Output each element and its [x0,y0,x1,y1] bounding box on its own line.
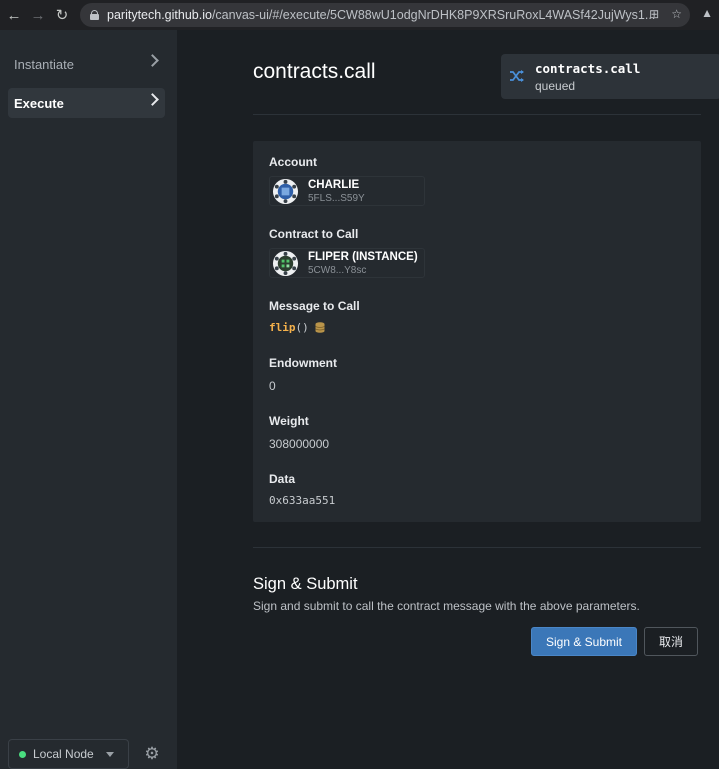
browser-toolbar: ← → ↻ paritytech.github.io/canvas-ui/#/e… [0,0,719,30]
chevron-right-icon [146,93,159,106]
url-path: /canvas-ui/#/execute/5CW88wU1odgNrDHK8P9… [211,8,656,22]
endowment-label: Endowment [269,356,337,370]
caret-down-icon [106,752,114,757]
main-content: contracts.call contracts.call queued Acc… [177,30,719,769]
shuffle-icon [510,70,524,82]
chevron-right-icon [146,54,159,67]
contract-address: 5CW8...Y8sc [308,265,367,276]
database-icon [315,322,325,333]
sidebar: Instantiate Execute Local Node ⚙ [0,30,177,769]
node-select-label: Local Node [33,747,94,761]
data-value: 0x633aa551 [269,494,336,507]
reload-icon[interactable]: ↻ [50,3,74,27]
message-params: () [295,321,309,334]
address-bar[interactable]: paritytech.github.io/canvas-ui/#/execute… [80,3,690,27]
data-label: Data [269,472,296,486]
sidebar-item-label: Execute [14,95,64,111]
status-toast: contracts.call queued [501,54,719,99]
account-address: 5FLS...S59Y [308,193,365,204]
message-label: Message to Call [269,299,360,313]
account-select[interactable]: CHARLIE 5FLS...S59Y [269,176,425,206]
call-details-card: Account CHARLIE 5FLS...S59Y Contract to … [253,141,701,522]
sidebar-item-execute[interactable]: Execute [8,88,165,118]
toast-status: queued [535,79,576,93]
url-host: paritytech.github.io [107,8,212,22]
sidebar-item-instantiate[interactable]: Instantiate [8,49,165,79]
sign-submit-button[interactable]: Sign & Submit [531,627,637,656]
contract-label: Contract to Call [269,227,359,241]
node-select[interactable]: Local Node [8,739,129,769]
sidebar-item-label: Instantiate [14,56,74,72]
weight-value[interactable]: 308000000 [269,437,329,451]
forward-icon[interactable]: → [26,3,50,27]
account-name: CHARLIE [308,179,360,191]
account-label: Account [269,155,317,169]
message-select[interactable]: flip() [269,321,325,334]
divider [253,547,701,548]
gear-icon[interactable]: ⚙ [143,745,161,763]
lock-icon [90,10,99,20]
identicon-avatar [272,178,299,205]
cancel-button[interactable]: 取消 [644,627,698,656]
sign-submit-heading: Sign & Submit [253,575,358,593]
endowment-value[interactable]: 0 [269,379,276,393]
toast-title: contracts.call [535,61,641,76]
contract-name: FLIPER (INSTANCE) [308,251,418,263]
sign-submit-description: Sign and submit to call the contract mes… [253,599,640,613]
message-fn-name: flip [269,321,296,334]
weight-label: Weight [269,414,309,428]
translate-icon[interactable]: ⊞ [649,7,659,21]
back-icon[interactable]: ← [2,3,26,27]
identicon-avatar [272,250,299,277]
extension-icon[interactable]: ▲ [701,6,713,20]
bookmark-star-icon[interactable]: ☆ [671,7,682,21]
node-status-icon [19,750,26,758]
page-title: contracts.call [253,60,376,83]
contract-select[interactable]: FLIPER (INSTANCE) 5CW8...Y8sc [269,248,425,278]
divider [253,114,701,115]
